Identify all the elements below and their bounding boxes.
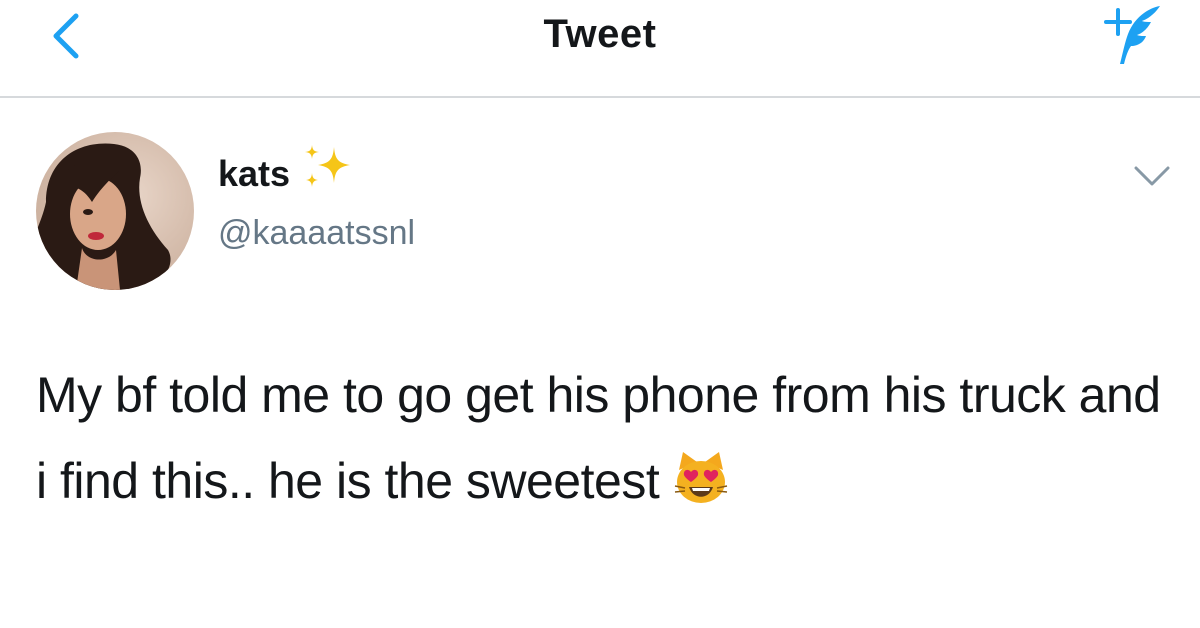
compose-tweet-icon (1104, 6, 1160, 64)
smiling-cat-heart-eyes-icon (675, 452, 728, 503)
navigation-bar: Tweet (0, 0, 1200, 98)
author-name-row: kats (218, 145, 356, 195)
sparkles-icon (305, 145, 351, 187)
page-title: Tweet (543, 12, 657, 56)
chevron-down-icon (1134, 166, 1170, 186)
tweet-menu-button[interactable] (1126, 158, 1178, 198)
avatar[interactable] (36, 132, 194, 290)
avatar-photo (36, 132, 194, 290)
tweet-text: My bf told me to go get his phone from h… (36, 352, 1166, 524)
tweet-header: kats @kaaaatssnl (0, 98, 1200, 328)
tweet-text-content: My bf told me to go get his phone from h… (36, 367, 1161, 509)
compose-tweet-button[interactable] (1090, 0, 1170, 70)
display-name[interactable]: kats (218, 153, 290, 195)
user-handle[interactable]: @kaaaatssnl (218, 214, 415, 253)
